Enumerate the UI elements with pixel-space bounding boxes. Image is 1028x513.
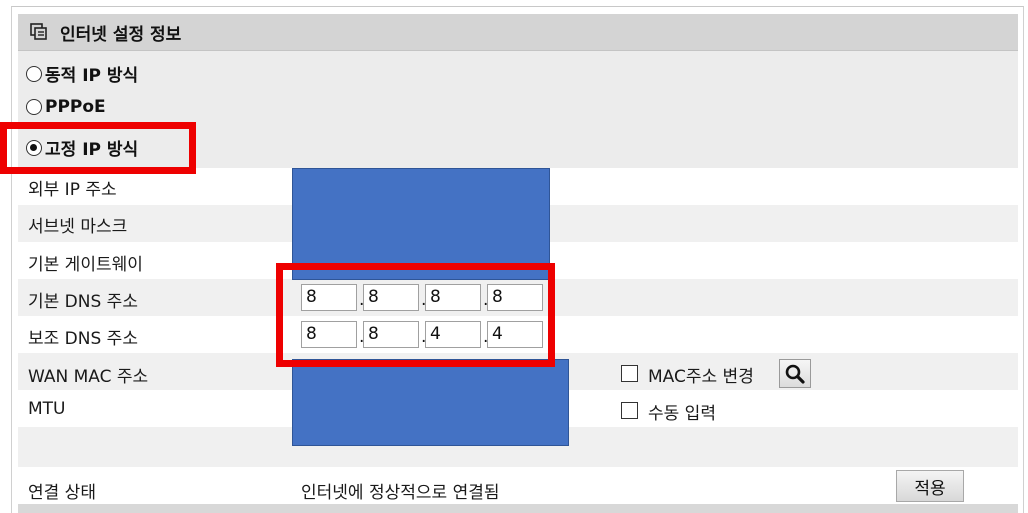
mac-search-button[interactable]: [779, 359, 811, 388]
dns-highlight: [276, 263, 555, 367]
radio-label: PPPoE: [45, 97, 106, 117]
row-status: [18, 467, 1018, 504]
mac-change-label: MAC주소 변경: [648, 367, 754, 387]
radio-button[interactable]: [26, 65, 42, 82]
secondary-dns-label: 보조 DNS 주소: [28, 329, 138, 349]
mtu-label: MTU: [28, 399, 66, 419]
redacted-mac-block: [292, 359, 569, 446]
manual-input-label: 수동 입력: [648, 404, 716, 424]
manual-input-checkbox[interactable]: [621, 402, 638, 419]
apply-button[interactable]: 적용: [896, 470, 964, 502]
static-ip-highlight: [0, 122, 196, 174]
section-title: 인터넷 설정 정보: [60, 25, 182, 45]
external-ip-label: 외부 IP 주소: [28, 180, 117, 200]
wan-mac-label: WAN MAC 주소: [28, 367, 149, 387]
window-icon: [30, 23, 47, 40]
connection-status-label: 연결 상태: [28, 483, 96, 503]
search-icon: [785, 364, 805, 384]
bottom-divider: [18, 504, 1018, 513]
radio-pppoe[interactable]: PPPoE: [26, 97, 106, 117]
mac-change-checkbox[interactable]: [621, 365, 638, 382]
primary-dns-label: 기본 DNS 주소: [28, 292, 138, 312]
connection-status-value: 인터넷에 정상적으로 연결됨: [301, 483, 500, 503]
radio-label: 동적 IP 방식: [45, 66, 139, 86]
gateway-label: 기본 게이트웨이: [28, 255, 143, 275]
subnet-mask-label: 서브넷 마스크: [28, 217, 128, 237]
radio-button[interactable]: [26, 99, 42, 115]
radio-dynamic-ip[interactable]: 동적 IP 방식: [26, 61, 138, 86]
